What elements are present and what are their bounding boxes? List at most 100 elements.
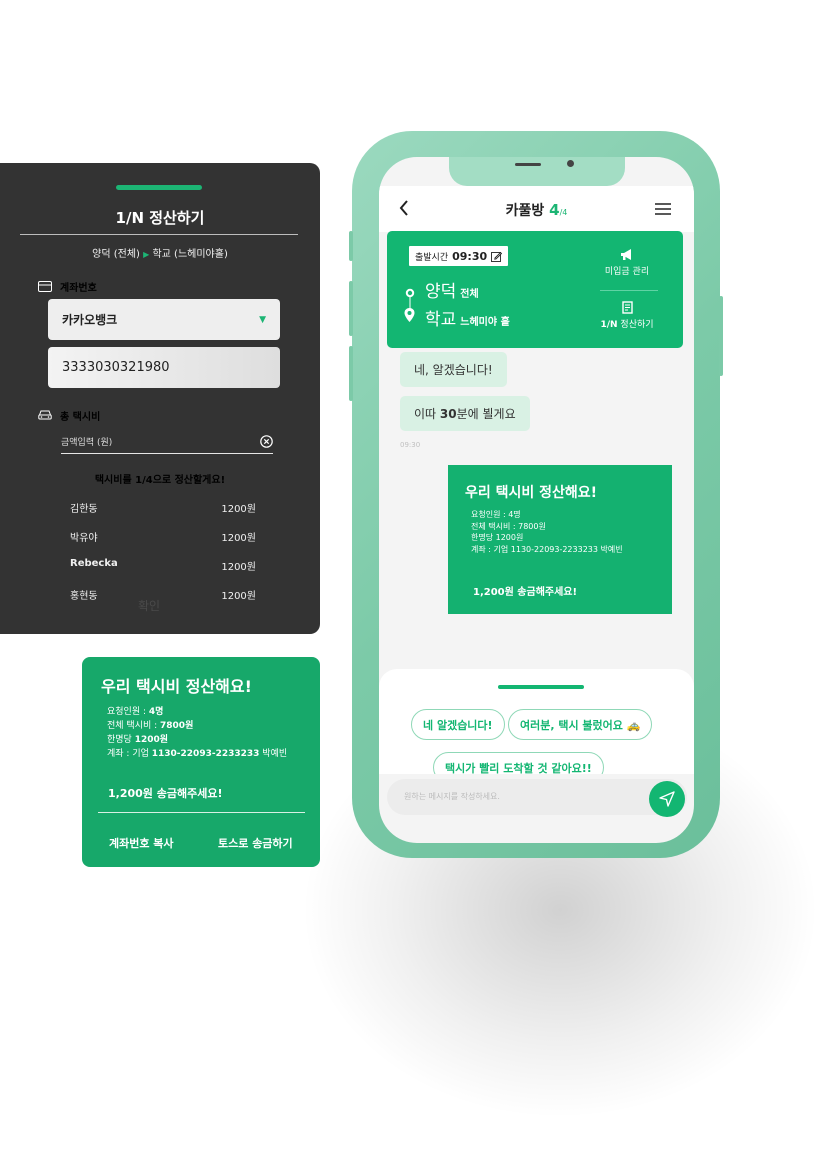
pin-icon — [404, 308, 415, 322]
to-place: 학교 — [425, 310, 457, 330]
amount-placeholder: 금액입력 (원) — [61, 438, 113, 448]
route-to: 학교 (느헤미야홀) — [152, 249, 228, 260]
receipt-details: 요청인원 : 4명 전체 택시비 : 7800원 한명당 1200원 계좌 : … — [107, 705, 287, 761]
member-count: 4 — [549, 201, 560, 219]
edit-icon[interactable] — [491, 251, 503, 262]
receipt-title: 우리 택시비 정산해요! — [101, 677, 252, 696]
toss-transfer-button[interactable]: 토스로 송금하기 — [218, 835, 293, 851]
total-value: 7800원 — [160, 721, 194, 731]
confirm-button[interactable]: 확인 — [138, 597, 160, 614]
chat-bubble: 이따 30분에 뵐게요 — [400, 396, 530, 431]
send-button[interactable] — [649, 781, 685, 817]
pay-message: 1,200원 송금해주세요! — [108, 787, 223, 800]
account-label: 계좌번호 — [60, 283, 97, 294]
room-name: 카풀방 — [505, 203, 545, 219]
message-text: 네, 알겠습니다! — [414, 363, 493, 377]
copy-account-button[interactable]: 계좌번호 복사 — [109, 835, 174, 851]
taxi-icon — [38, 410, 52, 420]
member-row: 홍현동 1200원 — [70, 587, 256, 602]
menu-icon[interactable] — [655, 203, 671, 215]
account-section-label: 계좌번호 — [38, 279, 97, 294]
room-title: 카풀방 4/4 — [379, 200, 694, 220]
member-amount: 1200원 — [221, 562, 256, 573]
phone-button — [349, 346, 353, 401]
unpaid-label: 미입금 관리 — [604, 267, 650, 277]
divider — [600, 290, 658, 291]
speaker — [515, 163, 541, 166]
settle-button[interactable]: 1/N 정산하기 — [592, 301, 662, 330]
bank-select[interactable]: 카카오뱅크 ▼ — [48, 299, 280, 340]
member-amount: 1200원 — [221, 504, 256, 515]
people-line: 요청인원 : 4명 — [471, 510, 521, 519]
divider — [98, 812, 305, 813]
phone-frame: 카풀방 4/4 출발시간 09:30 양덕 전체 학교 느헤미야 홀 미입금 관… — [349, 131, 723, 858]
quick-reply-sheet: 네 알겠습니다! 여러분, 택시 불렀어요 🚕 택시가 빨리 도착할 것 같아요… — [379, 669, 694, 774]
phone-button — [349, 231, 353, 261]
clear-icon[interactable] — [260, 435, 273, 448]
depart-time-box[interactable]: 출발시간 09:30 — [409, 246, 509, 266]
settle-receipt-card: 우리 택시비 정산해요! 요청인원 : 4명 전체 택시비 : 7800원 한명… — [82, 657, 320, 867]
settle-label: 정산하기 — [620, 320, 654, 330]
phone-button — [719, 296, 723, 376]
account-number: 3333030321980 — [62, 360, 170, 375]
route-from-stop: 양덕 전체 — [425, 277, 479, 302]
route-to-stop: 학교 느헤미야 홀 — [425, 305, 510, 330]
quick-reply-chip[interactable]: 여러분, 택시 불렀어요 🚕 — [508, 709, 653, 740]
total-line: 전체 택시비 : 7800원 — [471, 521, 546, 531]
people-value: 4명 — [148, 707, 164, 717]
account-number-field[interactable]: 3333030321980 — [48, 347, 280, 388]
per-value: 1200원 — [134, 735, 169, 745]
account-value: 1130-22093-2233233 — [151, 749, 260, 759]
from-detail: 전체 — [460, 289, 479, 300]
split-note: 택시비를 1/4으로 정산할게요! — [94, 475, 226, 486]
per-line: 한명당 1200원 — [471, 533, 524, 542]
settle-message-card[interactable]: 우리 택시비 정산해요! 요청인원 : 4명 전체 택시비 : 7800원 한명… — [448, 465, 672, 614]
account-owner: 박예빈 — [259, 749, 288, 759]
member-total: /4 — [559, 208, 568, 217]
per-label: 한명당 — [107, 735, 135, 745]
route-card: 출발시간 09:30 양덕 전체 학교 느헤미야 홀 미입금 관리 1/N 정산… — [387, 231, 683, 348]
total-label: 전체 택시비 : — [107, 721, 161, 731]
card-icon — [38, 281, 52, 292]
panel-grip[interactable] — [116, 185, 202, 190]
amount-input[interactable]: 금액입력 (원) — [61, 430, 273, 454]
unpaid-manage-button[interactable]: 미입금 관리 — [592, 248, 662, 277]
chat-area: 네, 알겠습니다! 이따 30분에 뵐게요 09:30 우리 택시비 정산해요!… — [379, 352, 694, 672]
divider — [20, 234, 298, 235]
sheet-grip[interactable] — [498, 685, 584, 689]
bank-name: 카카오뱅크 — [62, 313, 118, 327]
settle-card-title: 우리 택시비 정산해요! — [465, 485, 598, 501]
camera — [567, 160, 574, 167]
member-row: Rebecka 1200원 — [70, 558, 256, 573]
megaphone-icon — [621, 249, 631, 260]
phone-notch — [449, 157, 625, 186]
phone-screen: 카풀방 4/4 출발시간 09:30 양덕 전체 학교 느헤미야 홀 미입금 관… — [379, 157, 694, 843]
quick-reply-chip[interactable]: 네 알겠습니다! — [411, 709, 505, 740]
input-placeholder: 원하는 메시지를 작성하세요. — [404, 792, 500, 801]
message-input[interactable]: 원하는 메시지를 작성하세요. — [387, 779, 687, 815]
chat-header: 카풀방 4/4 — [379, 186, 694, 232]
settle-panel-title: 1/N 정산하기 — [115, 209, 205, 227]
member-name: 홍현동 — [70, 591, 98, 602]
fare-label: 총 택시비 — [60, 412, 101, 423]
member-name: 박유야 — [70, 533, 98, 544]
depart-time: 09:30 — [452, 249, 488, 263]
account-label: 계좌 : 기업 — [107, 749, 152, 759]
message-post: 분에 뵐게요 — [456, 407, 516, 421]
settle-route: 양덕 (전체) ▶ 학교 (느헤미야홀) — [0, 245, 320, 260]
message-bold: 30 — [439, 407, 457, 421]
account-line: 계좌 : 기업 1130-22093-2233233 박예빈 — [471, 544, 623, 554]
depart-label: 출발시간 — [415, 252, 449, 263]
chat-bubble: 네, 알겠습니다! — [400, 352, 507, 387]
to-detail: 느헤미야 홀 — [460, 317, 510, 328]
pay-message: 1,200원 송금해주세요! — [473, 587, 578, 598]
message-time: 09:30 — [400, 441, 421, 449]
quick-reply-chip[interactable]: 택시가 빨리 도착할 것 같아요!! — [433, 752, 604, 774]
fare-section-label: 총 택시비 — [38, 408, 100, 423]
phone-button — [349, 281, 353, 336]
people-label: 요청인원 : — [107, 707, 149, 717]
send-icon — [659, 791, 675, 807]
member-name: Rebecka — [70, 558, 118, 569]
member-row: 박유야 1200원 — [70, 529, 256, 544]
receipt-icon — [621, 301, 633, 314]
